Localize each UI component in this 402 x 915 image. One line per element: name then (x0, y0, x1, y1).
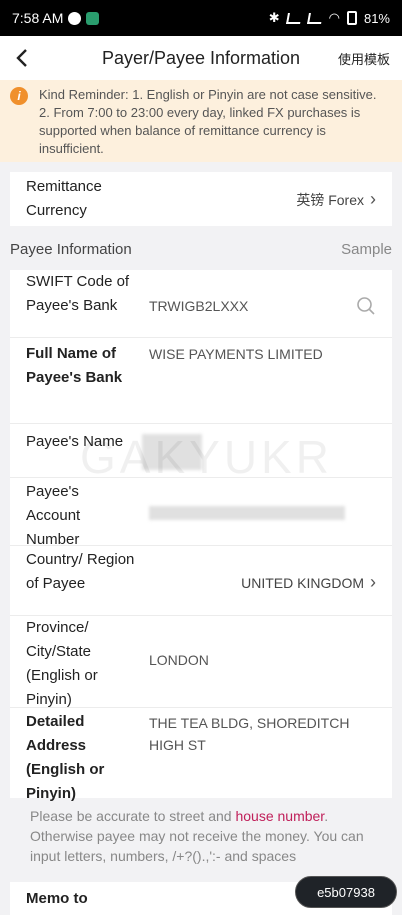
id-badge: e5b07938 (295, 876, 397, 908)
account-number-row[interactable]: Payee's Account Number (10, 478, 392, 548)
hint-text-1: Please be accurate to street and (30, 808, 236, 824)
bluetooth-icon: ✱ (268, 10, 280, 25)
battery-level: 81% (363, 10, 390, 26)
app-notification-icon (86, 11, 100, 25)
sample-link[interactable]: Sample (341, 241, 392, 258)
watermark: GAKYUKR (80, 431, 333, 483)
wifi-icon: ◠ (328, 10, 340, 25)
account-number-redacted[interactable] (149, 506, 345, 520)
chevron-right-icon: › (370, 572, 376, 592)
home-indicator[interactable] (130, 905, 272, 909)
address-label: Detailed Address (English or Pinyin) (26, 713, 105, 802)
account-number-label: Payee's Account Number (26, 483, 81, 548)
memo-label: Memo to (26, 890, 88, 907)
address-hint: Please be accurate to street and house n… (30, 806, 380, 866)
payee-information-header: Payee Information Sample (10, 232, 392, 270)
reminder-text: Kind Reminder: 1. English or Pinyin are … (39, 87, 377, 156)
country-row[interactable]: Country/ Region of Payee UNITED KINGDOM … (10, 546, 392, 616)
remittance-currency-label: Remittance Currency (26, 178, 102, 219)
bank-name-label: Full Name of Payee's Bank (26, 345, 123, 386)
payee-information-card: SWIFT Code of Payee's Bank TRWIGB2LXXX F… (10, 270, 392, 802)
search-icon[interactable] (356, 296, 376, 321)
payee-section-title: Payee Information (10, 241, 132, 258)
swift-code-row[interactable]: SWIFT Code of Payee's Bank TRWIGB2LXXX (10, 270, 392, 338)
info-icon: i (10, 87, 28, 105)
signal-icon (285, 12, 302, 24)
address-row[interactable]: Detailed Address (English or Pinyin) THE… (10, 708, 392, 802)
remittance-currency-selector[interactable]: 英镑 Forex › (296, 189, 376, 210)
province-label: Province/ City/State (English or Pinyin) (26, 619, 98, 708)
province-row[interactable]: Province/ City/State (English or Pinyin)… (10, 616, 392, 708)
country-label: Country/ Region of Payee (26, 551, 135, 592)
address-input[interactable]: THE TEA BLDG, SHOREDITCH HIGH ST (149, 712, 379, 756)
hint-highlight: house number (235, 808, 325, 824)
swift-code-input[interactable]: TRWIGB2LXXX (149, 296, 248, 316)
use-template-link[interactable]: 使用模板 (338, 49, 390, 68)
app-header: Payer/Payee Information 使用模板 (0, 36, 402, 80)
bank-name-row[interactable]: Full Name of Payee's Bank WISE PAYMENTS … (10, 338, 392, 424)
swift-code-label: SWIFT Code of Payee's Bank (26, 273, 130, 314)
remittance-currency-value: 英镑 Forex (296, 191, 364, 208)
remittance-currency-card[interactable]: Remittance Currency 英镑 Forex › (10, 172, 392, 226)
province-input[interactable]: LONDON (149, 650, 209, 670)
country-selector[interactable]: UNITED KINGDOM › (241, 572, 376, 593)
status-time: 7:58 AM (12, 10, 64, 26)
bank-name-input[interactable]: WISE PAYMENTS LIMITED (149, 344, 379, 364)
country-value: UNITED KINGDOM (241, 574, 364, 591)
chevron-right-icon: › (370, 189, 376, 209)
battery-icon (346, 11, 357, 25)
status-bar: 7:58 AM ✱ ◠ 81% (0, 0, 402, 36)
kind-reminder-banner: i Kind Reminder: 1. English or Pinyin ar… (0, 80, 402, 162)
notification-icon (68, 11, 82, 25)
signal-icon-2 (306, 12, 323, 24)
